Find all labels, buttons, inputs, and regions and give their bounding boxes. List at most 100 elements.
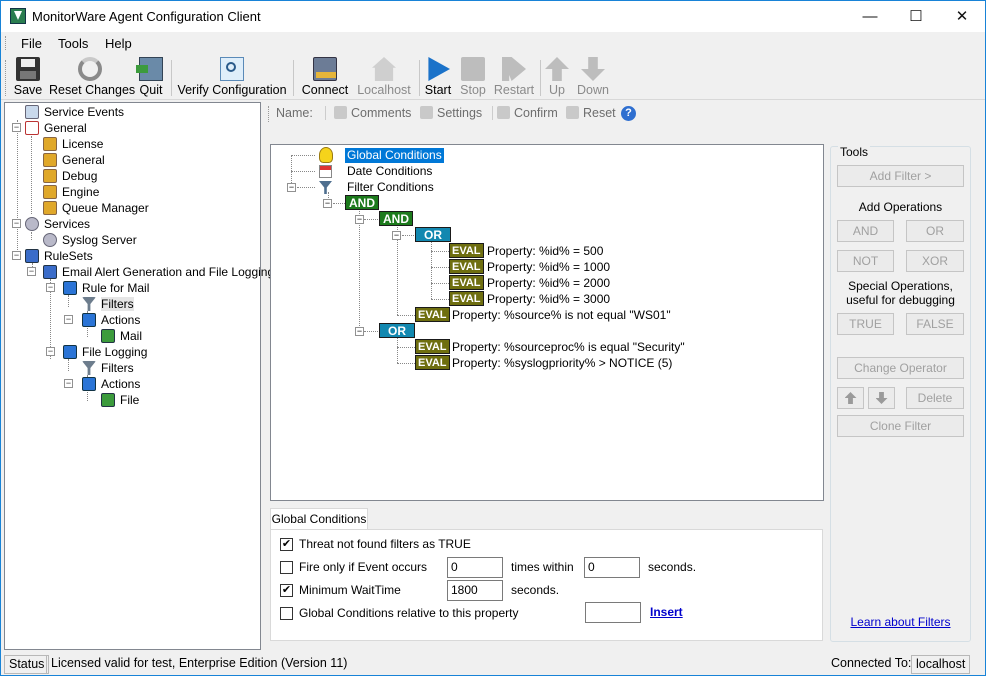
date-conditions-node[interactable]: Date Conditions [347,164,432,179]
tree-item-license[interactable]: License [43,136,103,152]
connect-button[interactable]: Connect [300,57,350,99]
operator-or[interactable]: OR [415,227,451,242]
configuration-tree[interactable]: Service Events − General License General… [4,102,274,650]
minimum-waittime-checkbox[interactable]: ✔ [280,584,293,597]
localhost-button[interactable]: Localhost [355,57,413,99]
filter-conditions-tree[interactable]: − − − − − Global Conditions Date Conditi… [270,144,824,501]
eval-expression[interactable]: Property: %id% = 2000 [487,276,610,291]
down-button[interactable]: Down [575,57,611,99]
collapse-toggle[interactable]: − [355,215,364,224]
tree-item-file[interactable]: File [101,392,139,408]
eval-expression[interactable]: Property: %sourceproc% is equal "Securit… [452,340,685,355]
add-filter-button[interactable]: Add Filter > [837,165,964,187]
move-down-button[interactable] [868,387,895,409]
tree-item-debug[interactable]: Debug [43,168,97,184]
tree-item-syslog-server[interactable]: Syslog Server [43,232,137,248]
up-button[interactable]: Up [544,57,570,99]
tree-item-actions-file[interactable]: Actions [82,376,140,392]
eval-expression[interactable]: Property: %source% is not equal "WS01" [452,308,671,323]
reset-button[interactable]: Reset [566,106,616,120]
collapse-toggle[interactable]: − [323,199,332,208]
change-operator-button[interactable]: Change Operator [837,357,964,379]
collapse-toggle[interactable]: − [355,327,364,336]
eval-expression[interactable]: Property: %syslogpriority% > NOTICE (5) [452,356,672,371]
tree-item-actions-mail[interactable]: Actions [82,312,140,328]
and-button[interactable]: AND [837,220,894,242]
filter-conditions-node[interactable]: Filter Conditions [347,180,434,195]
reset-changes-button[interactable]: Reset Changes [49,57,135,99]
eval-expression[interactable]: Property: %id% = 1000 [487,260,610,275]
tree-item-mail[interactable]: Mail [101,328,142,344]
tree-item-services[interactable]: Services [25,216,90,232]
clone-filter-button[interactable]: Clone Filter [837,415,964,437]
learn-about-filters-link[interactable]: Learn about Filters [837,615,964,629]
minimize-button[interactable]: — [847,1,893,32]
operator-and[interactable]: AND [379,211,413,226]
tree-item-filters-mail[interactable]: Filters [82,296,134,312]
collapse-toggle[interactable]: − [64,315,73,324]
eval-expression[interactable]: Property: %id% = 500 [487,244,603,259]
collapse-toggle[interactable]: − [12,123,21,132]
stop-button[interactable]: Stop [458,57,488,99]
menu-tools[interactable]: Tools [58,36,88,51]
tree-item-rule-for-mail[interactable]: Rule for Mail [63,280,149,296]
false-button[interactable]: FALSE [906,313,964,335]
collapse-toggle[interactable]: − [27,267,36,276]
verify-configuration-button[interactable]: Verify Configuration [177,57,287,99]
tree-item-email-alert[interactable]: Email Alert Generation and File Logging [43,264,274,280]
quit-button[interactable]: Quit [136,57,166,99]
tree-item-queue-manager[interactable]: Queue Manager [43,200,149,216]
tree-item-rulesets[interactable]: RuleSets [25,248,93,264]
eval-badge[interactable]: EVAL [449,291,484,306]
delete-button[interactable]: Delete [906,387,964,409]
eval-badge[interactable]: EVAL [415,339,450,354]
start-button[interactable]: Start [423,57,453,99]
xor-button[interactable]: XOR [906,250,964,272]
relative-property-checkbox[interactable] [280,607,293,620]
fire-count-input[interactable]: 0 [447,557,503,578]
fire-seconds-input[interactable]: 0 [584,557,640,578]
eval-badge[interactable]: EVAL [449,275,484,290]
eval-badge[interactable]: EVAL [415,355,450,370]
comments-button[interactable]: Comments [325,106,411,120]
collapse-toggle[interactable]: − [64,379,73,388]
help-icon[interactable]: ? [621,106,636,121]
operator-or[interactable]: OR [379,323,415,338]
restart-button[interactable]: Restart [493,57,535,99]
collapse-toggle[interactable]: − [12,219,21,228]
eval-badge[interactable]: EVAL [415,307,450,322]
minimum-waittime-input[interactable]: 1800 [447,580,503,601]
eval-badge[interactable]: EVAL [449,243,484,258]
insert-link[interactable]: Insert [650,605,683,619]
collapse-toggle[interactable]: − [46,347,55,356]
operator-and-root[interactable]: AND [345,195,379,210]
eval-badge[interactable]: EVAL [449,259,484,274]
tree-item-filters-file[interactable]: Filters [82,360,134,376]
maximize-button[interactable]: ☐ [893,1,939,32]
tree-item-general[interactable]: General [25,120,87,136]
confirm-button[interactable]: Confirm [492,106,558,120]
move-up-button[interactable] [837,387,864,409]
tree-item-file-logging[interactable]: File Logging [63,344,147,360]
global-conditions-node[interactable]: Global Conditions [345,148,444,163]
tree-item-engine[interactable]: Engine [43,184,99,200]
tree-item-service-events[interactable]: Service Events [25,104,124,120]
menu-help[interactable]: Help [105,36,132,51]
or-button[interactable]: OR [906,220,964,242]
tab-global-conditions[interactable]: Global Conditions [270,508,368,530]
settings-button[interactable]: Settings [420,106,482,120]
eval-expression[interactable]: Property: %id% = 3000 [487,292,610,307]
tree-item-general-settings[interactable]: General [43,152,105,168]
threat-not-found-checkbox[interactable]: ✔ [280,538,293,551]
not-button[interactable]: NOT [837,250,894,272]
close-button[interactable]: ✕ [939,1,985,32]
true-button[interactable]: TRUE [837,313,894,335]
collapse-toggle[interactable]: − [287,183,296,192]
relative-property-input[interactable] [585,602,641,623]
fire-only-checkbox[interactable] [280,561,293,574]
collapse-toggle[interactable]: − [392,231,401,240]
menu-file[interactable]: File [21,36,42,51]
save-button[interactable]: Save [13,57,43,99]
collapse-toggle[interactable]: − [12,251,21,260]
collapse-toggle[interactable]: − [46,283,55,292]
